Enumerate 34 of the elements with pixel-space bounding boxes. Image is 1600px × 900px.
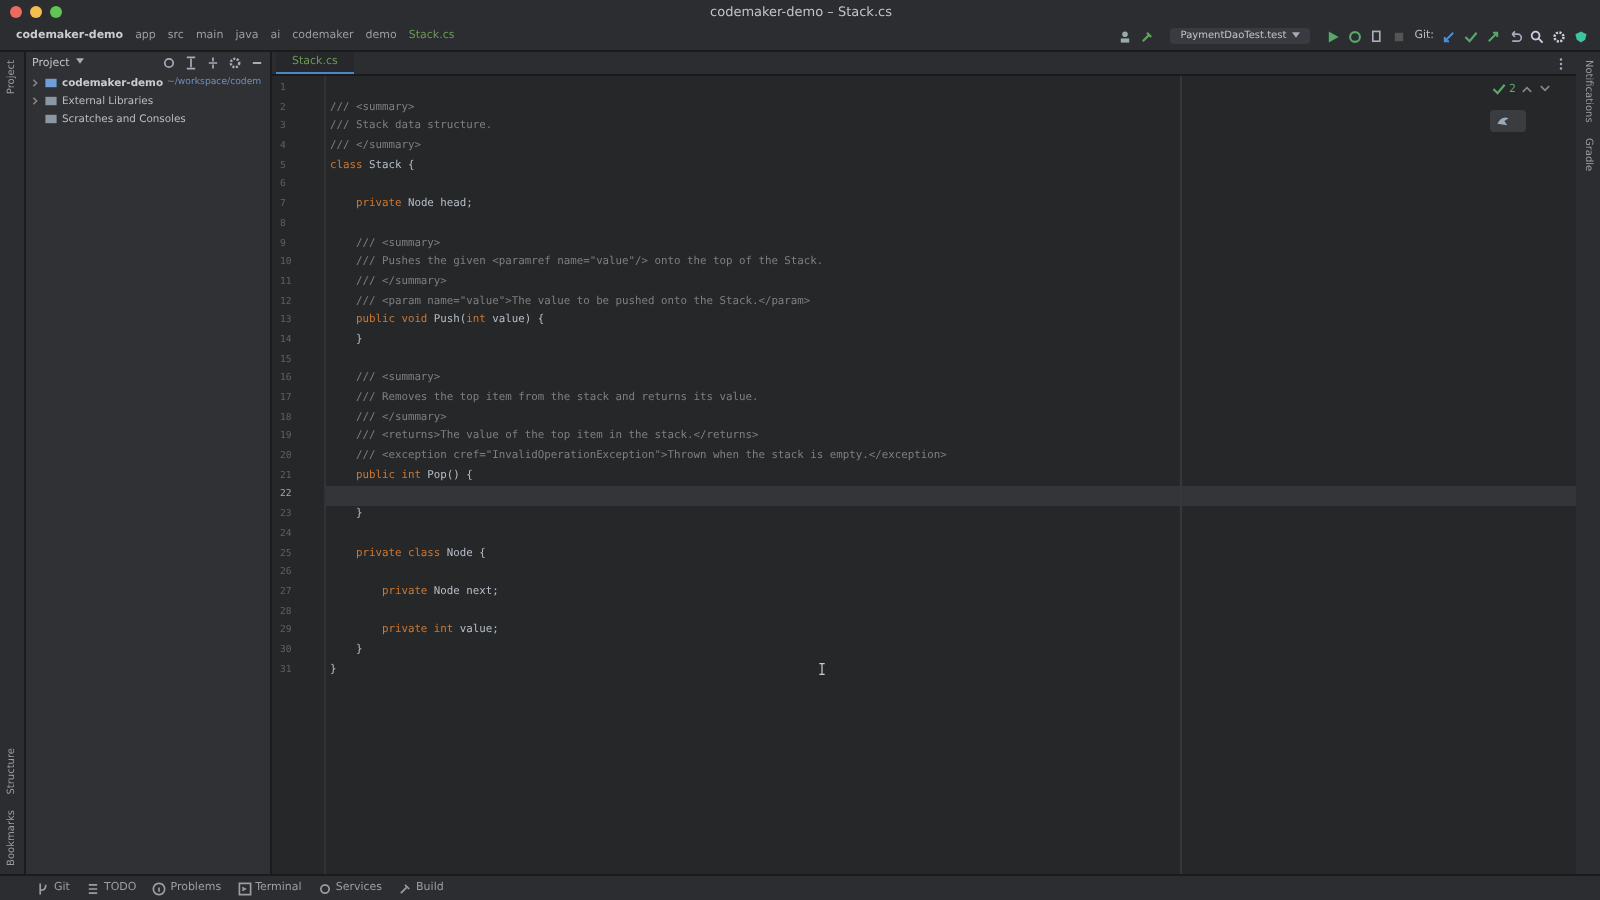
terminal-icon[interactable]	[237, 881, 252, 895]
run-icon[interactable]	[1326, 29, 1341, 43]
hammer-icon[interactable]	[398, 881, 413, 895]
hammer-icon[interactable]	[1140, 29, 1155, 43]
settings-icon[interactable]	[1552, 29, 1566, 43]
text-cursor-icon	[818, 662, 826, 676]
caret-icon[interactable]	[1292, 32, 1301, 39]
undo-icon[interactable]	[1508, 29, 1522, 43]
user-icon[interactable]	[1118, 29, 1133, 43]
expand-all-icon[interactable]	[184, 56, 198, 70]
chevron-icon[interactable]	[30, 78, 40, 88]
minimize-icon[interactable]	[250, 56, 264, 70]
chevron-icon[interactable]	[30, 96, 40, 106]
chevron-up-icon[interactable]	[1520, 82, 1534, 96]
caret-icon[interactable]	[75, 58, 84, 65]
branch-icon[interactable]	[36, 881, 50, 895]
collapse-all-icon[interactable]	[206, 56, 220, 70]
more-icon[interactable]	[1558, 55, 1564, 71]
shield-icon[interactable]	[1574, 29, 1588, 43]
chevron-down-icon[interactable]	[1538, 82, 1552, 96]
push-arrow-icon[interactable]	[1486, 29, 1500, 43]
zoom-window-button[interactable]	[50, 5, 62, 17]
list-icon[interactable]	[85, 881, 100, 895]
search-icon[interactable]	[1530, 29, 1544, 43]
check-icon	[1491, 82, 1505, 96]
target-icon[interactable]	[162, 56, 176, 70]
settings-icon[interactable]	[228, 56, 242, 70]
info-icon[interactable]	[152, 881, 167, 895]
close-window-button[interactable]	[10, 5, 22, 17]
minimize-window-button[interactable]	[30, 5, 42, 17]
floating-toolbar[interactable]	[1490, 110, 1526, 132]
update-arrow-icon[interactable]	[1442, 29, 1456, 43]
debug-icon[interactable]	[1348, 29, 1363, 43]
commit-check-icon[interactable]	[1464, 29, 1478, 43]
